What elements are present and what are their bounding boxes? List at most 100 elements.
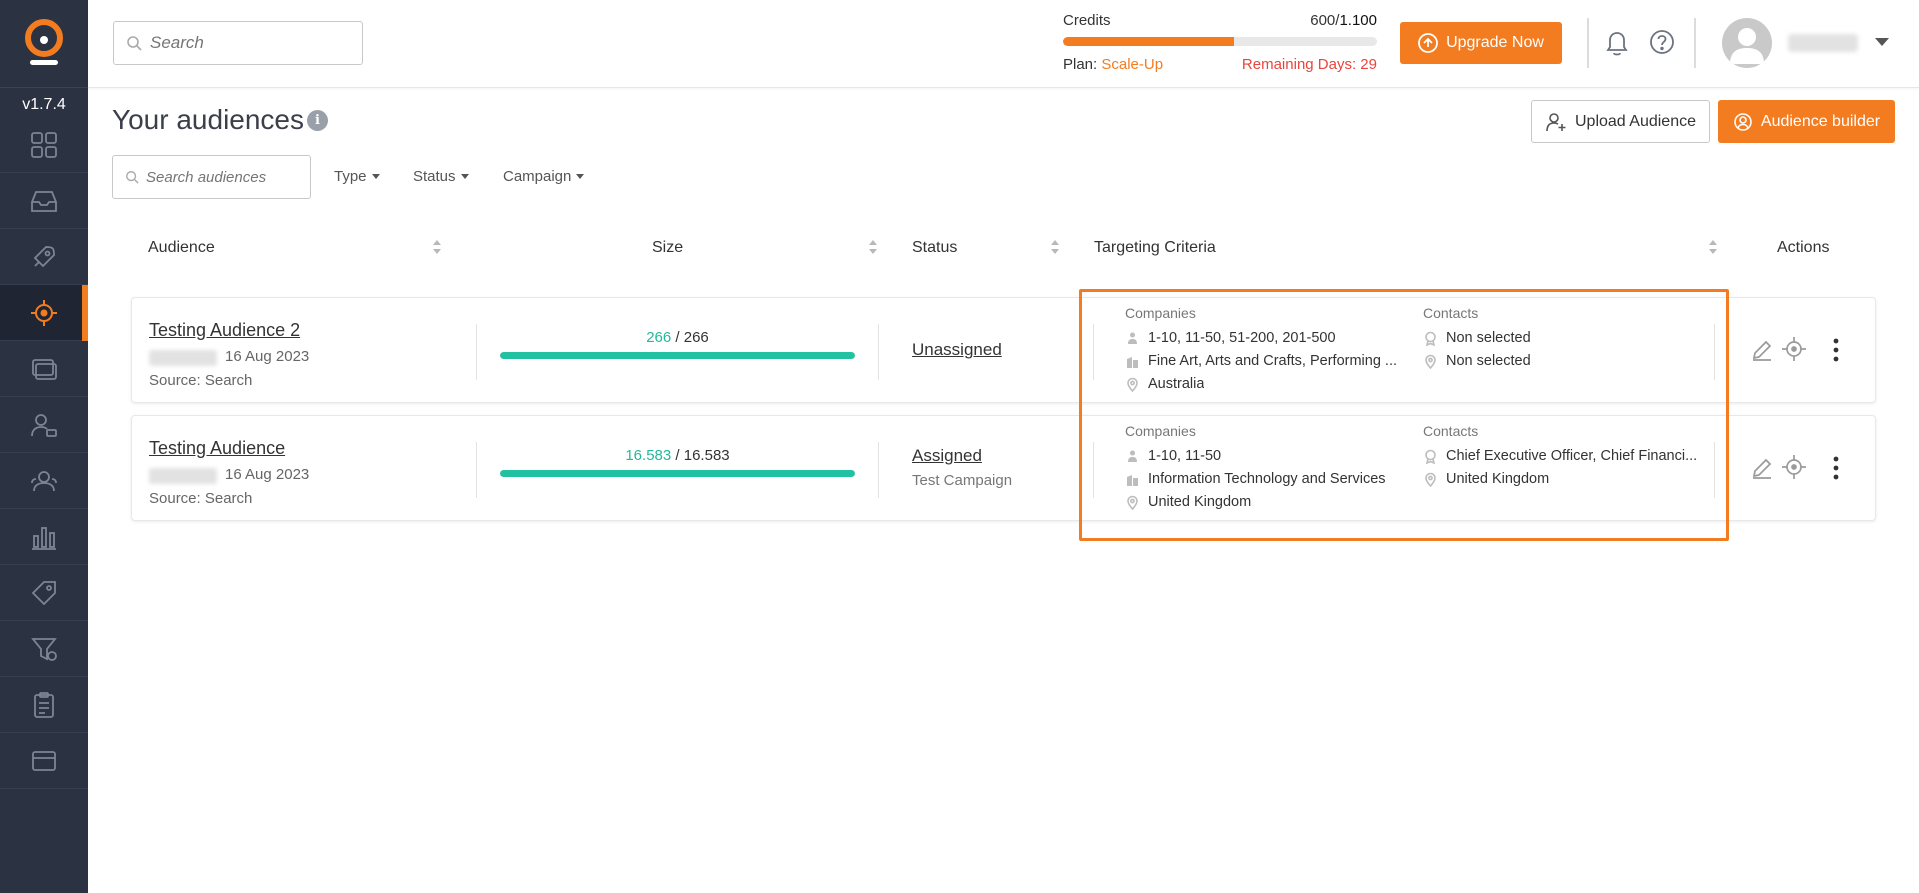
target-icon — [31, 299, 57, 326]
more-vertical-icon[interactable] — [1832, 455, 1840, 481]
more-vertical-icon[interactable] — [1832, 337, 1840, 363]
sort-icon[interactable] — [869, 240, 877, 256]
credits-panel: Credits 600/1.100 Plan: Scale-Up Remaini… — [1063, 12, 1377, 73]
info-icon[interactable]: i — [307, 110, 328, 131]
owner-name — [149, 468, 217, 484]
filter-status[interactable]: Status — [413, 168, 469, 185]
audience-source: Source: Search — [149, 490, 253, 507]
sort-icon[interactable] — [1051, 240, 1059, 256]
avatar[interactable] — [1722, 18, 1772, 68]
status-link[interactable]: Unassigned — [912, 340, 1002, 360]
user-avatar-icon — [1730, 28, 1764, 64]
table-row: Testing Audience 2 16 Aug 2023 Source: S… — [131, 297, 1876, 403]
edit-pencil-icon[interactable] — [1750, 456, 1774, 480]
column-header-size[interactable]: Size — [652, 239, 683, 257]
column-header-audience[interactable]: Audience — [148, 239, 215, 257]
dashboard-icon — [31, 131, 57, 158]
credits-progress-fill — [1063, 37, 1235, 46]
size-progress — [500, 352, 855, 359]
sidebar-item-filters[interactable] — [0, 621, 88, 677]
cell-divider — [878, 324, 879, 380]
global-search-input[interactable] — [150, 33, 350, 53]
sidebar-item-tags[interactable] — [0, 565, 88, 621]
size-progress — [500, 470, 855, 477]
cell-divider — [476, 324, 477, 380]
people-icon — [1128, 450, 1137, 462]
billing-icon — [32, 750, 56, 771]
company-size: 1-10, 11-50 — [1125, 448, 1405, 464]
chevron-down-icon — [576, 174, 585, 179]
edit-pencil-icon[interactable] — [1750, 338, 1774, 362]
rocket-icon — [33, 245, 55, 267]
sidebar-item-inbox[interactable] — [0, 173, 88, 229]
sidebar-item-contacts[interactable] — [0, 397, 88, 453]
status-link[interactable]: Assigned — [912, 446, 982, 466]
audience-name-link[interactable]: Testing Audience 2 — [149, 320, 300, 341]
column-header-targeting[interactable]: Targeting Criteria — [1094, 239, 1216, 257]
owner-name — [149, 350, 217, 366]
target-icon[interactable] — [1781, 454, 1807, 480]
audience-search[interactable] — [112, 155, 311, 199]
contact-icon — [31, 413, 57, 437]
table-row: Testing Audience 16 Aug 2023 Source: Sea… — [131, 415, 1876, 521]
upload-audience-button[interactable]: Upload Audience — [1531, 100, 1710, 143]
column-header-actions: Actions — [1777, 239, 1830, 256]
companies-label: Companies — [1125, 305, 1196, 321]
upgrade-now-button[interactable]: Upgrade Now — [1400, 22, 1562, 64]
logo[interactable] — [0, 0, 88, 88]
size-progress-fill — [500, 352, 855, 359]
bar-chart-icon — [32, 526, 56, 550]
topbar-divider — [1587, 18, 1589, 68]
user-menu-chevron-down-icon[interactable] — [1875, 38, 1889, 46]
sidebar-item-reports[interactable] — [0, 677, 88, 733]
sidebar-item-dashboard[interactable] — [0, 117, 88, 173]
upgrade-arrow-icon — [1418, 33, 1438, 53]
credits-label: Credits — [1063, 12, 1111, 29]
sort-icon[interactable] — [433, 240, 441, 256]
audience-name-link[interactable]: Testing Audience — [149, 438, 285, 459]
sidebar-item-team[interactable] — [0, 453, 88, 509]
company-location: Australia — [1125, 376, 1405, 392]
column-header-status[interactable]: Status — [912, 239, 957, 257]
audience-builder-button[interactable]: Audience builder — [1718, 100, 1895, 143]
chevron-down-icon — [460, 174, 469, 179]
badge-icon — [1425, 449, 1436, 464]
people-icon — [1128, 332, 1137, 344]
badge-icon — [1425, 331, 1436, 346]
audience-search-input[interactable] — [146, 168, 306, 186]
sort-icon[interactable] — [1709, 240, 1717, 256]
filter-type[interactable]: Type — [334, 168, 380, 185]
cell-divider — [1714, 442, 1715, 498]
sidebar-item-billing[interactable] — [0, 733, 88, 789]
app-logo-icon — [25, 18, 63, 65]
companies-label: Companies — [1125, 423, 1196, 439]
chevron-down-icon — [371, 174, 380, 179]
team-icon — [31, 470, 57, 491]
filter-campaign[interactable]: Campaign — [503, 168, 585, 185]
location-pin-icon — [1425, 472, 1436, 487]
plan: Plan: Scale-Up — [1063, 56, 1164, 73]
plan-value: Scale-Up — [1101, 56, 1164, 73]
credits-count: 600/1.100 — [1310, 12, 1377, 29]
contacts-label: Contacts — [1423, 423, 1479, 439]
target-icon[interactable] — [1781, 336, 1807, 362]
help-icon[interactable] — [1648, 28, 1676, 56]
filter-icon — [31, 637, 57, 661]
sidebar-item-audiences[interactable] — [0, 285, 88, 341]
contact-title: Chief Executive Officer, Chief Financi..… — [1423, 448, 1713, 464]
sidebar-item-campaigns[interactable] — [0, 229, 88, 285]
sidebar-item-analytics[interactable] — [0, 509, 88, 565]
tag-icon — [31, 580, 56, 605]
cell-divider — [476, 442, 477, 498]
inbox-icon — [31, 190, 57, 212]
global-search[interactable] — [113, 21, 363, 65]
user-search-icon — [1734, 112, 1752, 131]
sidebar-item-templates[interactable] — [0, 341, 88, 397]
credits-progress — [1063, 37, 1377, 46]
cell-divider — [1093, 442, 1094, 498]
company-size: 1-10, 11-50, 51-200, 201-500 — [1125, 330, 1405, 346]
bell-icon[interactable] — [1603, 28, 1631, 58]
location-pin-icon — [1127, 495, 1138, 510]
username[interactable] — [1788, 34, 1858, 52]
remaining-days: Remaining Days: 29 — [1241, 56, 1377, 73]
